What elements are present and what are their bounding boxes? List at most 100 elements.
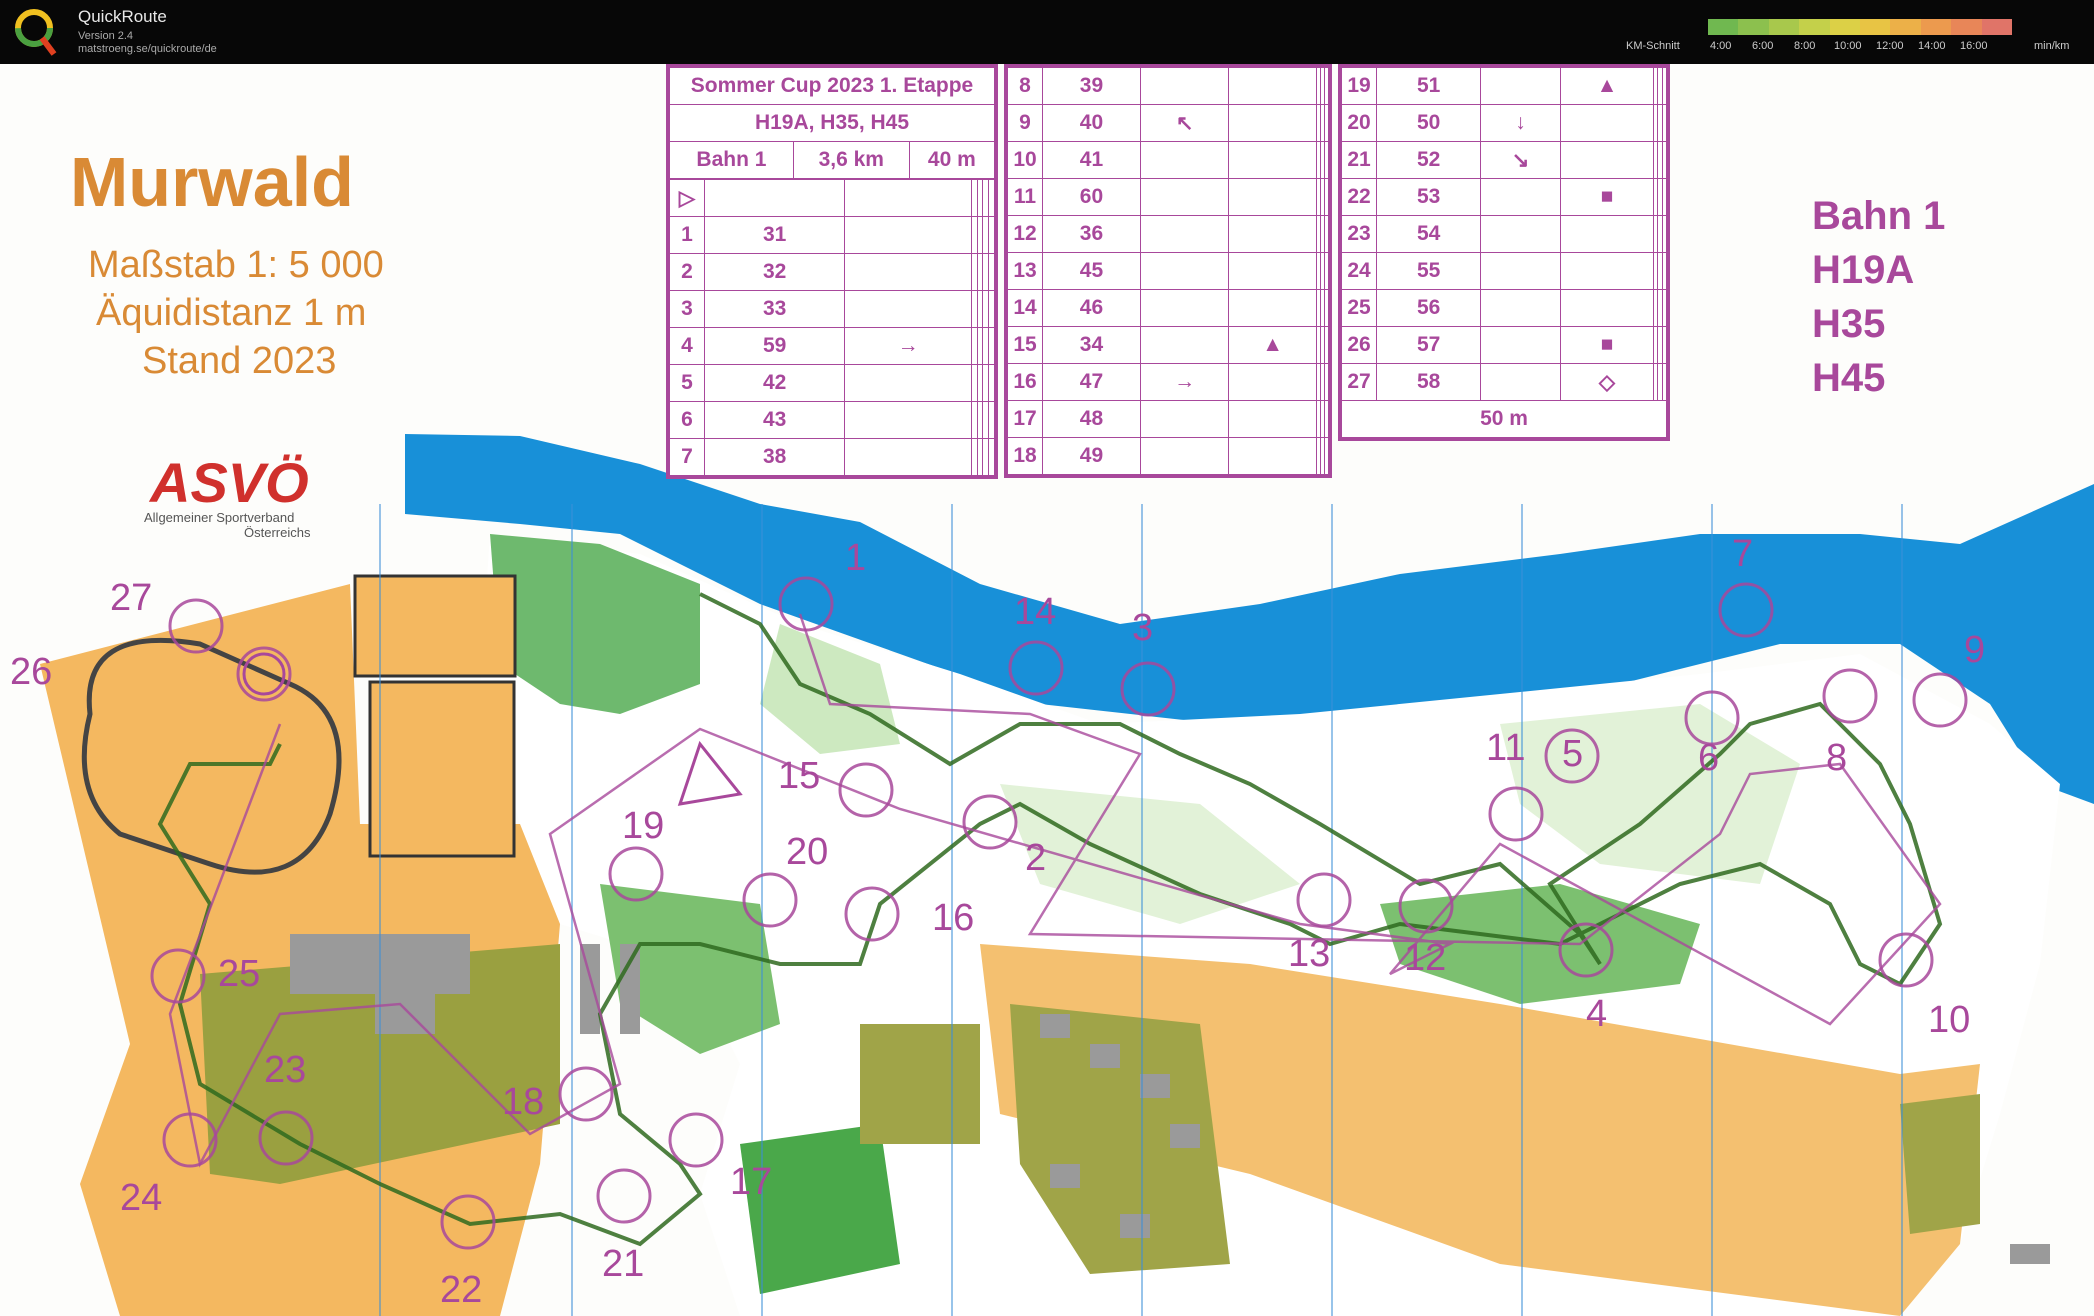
control-description-table-3: 19 51 ▲ 20 50 ↓ 21 52 ↘ 22 53 ■ 23 54 24 55 25 56 2… <box>1338 64 1670 441</box>
legend-swatch <box>1890 19 1921 35</box>
desc-num: 23 <box>1341 215 1377 253</box>
sports-field <box>368 680 516 858</box>
desc-num: 15 <box>1007 326 1043 364</box>
legend-tick: 10:00 <box>1834 40 1862 52</box>
desc-num: 9 <box>1007 104 1043 142</box>
desc-num: 26 <box>1341 326 1377 364</box>
desc-num: 18 <box>1007 437 1043 475</box>
control-number-13: 13 <box>1288 933 1330 975</box>
asvo-line2: Österreichs <box>244 525 311 540</box>
desc-code: 41 <box>1042 141 1141 179</box>
control-number-9: 9 <box>1964 629 1985 671</box>
legend-swatch <box>1951 19 1982 35</box>
control-number-17: 17 <box>730 1161 772 1203</box>
desc-length: 3,6 km <box>792 141 910 179</box>
control-number-11: 11 <box>1486 727 1525 769</box>
desc-code: 60 <box>1042 178 1141 216</box>
legend-swatch <box>1768 19 1800 35</box>
desc-num: 24 <box>1341 252 1377 290</box>
building <box>1090 1044 1120 1068</box>
legend-tick: 4:00 <box>1710 40 1732 52</box>
sports-field <box>353 574 517 678</box>
control-number-24: 24 <box>120 1177 162 1219</box>
control-number-22: 22 <box>440 1269 482 1311</box>
control-number-2: 2 <box>1025 837 1046 879</box>
control-number-7: 7 <box>1732 533 1753 575</box>
app-url: matstroeng.se/quickroute/de <box>78 43 217 55</box>
control-number-26: 26 <box>10 651 52 693</box>
desc-code: 43 <box>703 401 846 439</box>
app-title: QuickRoute <box>78 7 167 26</box>
control-number-10: 10 <box>1928 999 1970 1041</box>
desc-code: 53 <box>1375 178 1482 216</box>
desc-code: 32 <box>703 253 846 291</box>
building <box>1040 1014 1070 1038</box>
legend-swatch <box>1708 19 1739 35</box>
desc-course: Bahn 1 <box>669 141 794 179</box>
building <box>580 944 600 1034</box>
desc-num: 6 <box>669 401 705 439</box>
map-scale: Maßstab 1: 5 000 <box>88 244 384 286</box>
desc-code: 42 <box>703 364 846 402</box>
control-number-5: 5 <box>1562 733 1583 775</box>
legend-tick: 8:00 <box>1794 40 1816 52</box>
olive-area <box>1900 1094 1980 1234</box>
control-number-12: 12 <box>1404 937 1446 979</box>
desc-code: 40 <box>1042 104 1141 142</box>
quickroute-logo <box>15 9 57 56</box>
map-title: Murwald <box>70 143 354 221</box>
control-number-8: 8 <box>1826 737 1847 779</box>
course-class-2: H35 <box>1812 302 1886 346</box>
pace-legend-label: KM-Schnitt <box>1626 40 1680 52</box>
desc-code: 45 <box>1042 252 1141 290</box>
pace-unit-label: min/km <box>2034 40 2070 52</box>
building <box>1050 1164 1080 1188</box>
legend-tick: 16:00 <box>1960 40 1988 52</box>
desc-num: 3 <box>669 290 705 328</box>
legend-swatch <box>1860 19 1891 35</box>
finish-distance: 50 m <box>1341 400 1667 438</box>
desc-code: 47 <box>1042 363 1141 401</box>
desc-code: 46 <box>1042 289 1141 327</box>
desc-num: 4 <box>669 327 705 365</box>
legend-swatch <box>1738 19 1769 35</box>
desc-code: 50 <box>1375 104 1482 142</box>
desc-code: 39 <box>1042 67 1141 105</box>
building <box>1140 1074 1170 1098</box>
legend-swatch <box>1799 19 1830 35</box>
course-class-3: H45 <box>1812 356 1886 400</box>
control-number-18: 18 <box>502 1081 544 1123</box>
desc-code: 59 <box>703 327 846 365</box>
desc-num: 19 <box>1341 67 1377 105</box>
control-number-21: 21 <box>602 1243 644 1285</box>
desc-num: 10 <box>1007 141 1043 179</box>
desc-code: 31 <box>703 216 846 254</box>
desc-num: 7 <box>669 438 705 476</box>
control-number-23: 23 <box>264 1049 306 1091</box>
course-name: Bahn 1 <box>1812 194 1946 238</box>
green-vegetation <box>740 1124 900 1294</box>
legend-tick: 14:00 <box>1918 40 1946 52</box>
building <box>1120 1214 1150 1238</box>
desc-code: 36 <box>1042 215 1141 253</box>
control-description-table-2: 8 39 9 40 ↖ 10 41 11 60 12 36 13 45 14 46 15 34 ▲ … <box>1004 64 1332 478</box>
desc-num: 1 <box>669 216 705 254</box>
desc-code: 49 <box>1042 437 1141 475</box>
legend-tick: 6:00 <box>1752 40 1774 52</box>
control-number-3: 3 <box>1132 607 1153 649</box>
desc-num: 22 <box>1341 178 1377 216</box>
desc-code: 38 <box>703 438 846 476</box>
control-number-25: 25 <box>218 953 260 995</box>
control-number-16: 16 <box>932 897 974 939</box>
desc-num: 5 <box>669 364 705 402</box>
map-equidistance: Äquidistanz 1 m <box>96 292 367 334</box>
desc-num: 8 <box>1007 67 1043 105</box>
start-symbol: ▷ <box>669 179 705 217</box>
legend-swatch <box>1981 19 2013 35</box>
desc-code: 56 <box>1375 289 1482 327</box>
control-description-table-1: Sommer Cup 2023 1. Etappe H19A, H35, H45… <box>666 64 998 479</box>
desc-climb: 40 m <box>908 141 996 179</box>
control-number-20: 20 <box>786 831 828 873</box>
legend-swatch <box>1829 19 1861 35</box>
asvo-logo: ASVÖ <box>150 451 309 514</box>
